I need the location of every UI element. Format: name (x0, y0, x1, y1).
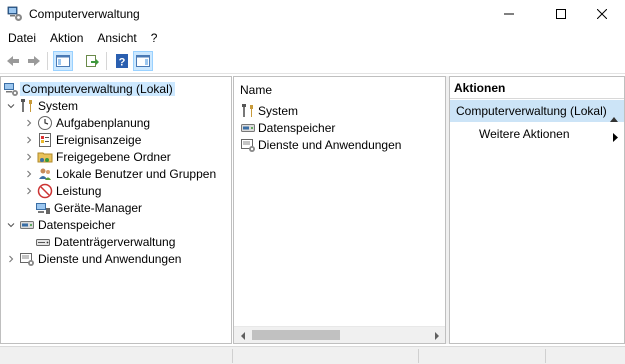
chevron-right-icon[interactable] (23, 148, 35, 165)
menu-ansicht[interactable]: Ansicht (90, 28, 143, 48)
scroll-left-icon[interactable] (234, 327, 251, 343)
tree-item-aufgabenplanung[interactable]: Aufgabenplanung (23, 114, 150, 131)
show-hide-console-tree-icon[interactable] (53, 51, 73, 71)
actions-header: Aktionen (450, 77, 624, 99)
maximize-button[interactable] (538, 0, 584, 28)
window-title: Computerverwaltung (29, 7, 140, 21)
computer-management-icon (7, 6, 23, 22)
menu-help[interactable]: ? (144, 28, 165, 48)
column-header-name[interactable]: Name (240, 83, 272, 97)
menu-bar: Datei Aktion Ansicht ? (0, 28, 625, 48)
svg-text:?: ? (119, 57, 126, 69)
actions-section[interactable]: Computerverwaltung (Lokal) (450, 100, 624, 122)
list-item-label: Datenspeicher (258, 120, 336, 135)
list-item-label: Dienste und Anwendungen (258, 137, 402, 152)
shared-folder-icon (37, 149, 53, 165)
list-item-label: System (258, 103, 299, 118)
actions-section-label: Computerverwaltung (Lokal) (456, 104, 607, 118)
tree-item-datenspeicher[interactable]: Datenspeicher (5, 216, 115, 233)
title-bar: Computerverwaltung (0, 0, 625, 28)
tree-label: Datenträgerverwaltung (54, 234, 176, 249)
scroll-right-icon[interactable] (428, 327, 445, 343)
tree-item-system[interactable]: System (5, 97, 78, 114)
tree-item-ereignisanzeige[interactable]: Ereignisanzeige (23, 131, 141, 148)
status-bar (0, 346, 625, 364)
list-item[interactable]: Dienste und Anwendungen (240, 136, 401, 153)
properties-pane-icon[interactable] (133, 51, 153, 71)
status-divider (545, 349, 546, 363)
toolbar-separator (106, 52, 107, 70)
export-list-icon[interactable] (82, 51, 102, 71)
details-list: Name System Datenspeicher Dienste und An… (233, 76, 446, 344)
services-icon (19, 251, 35, 267)
tree-item-geraete-manager[interactable]: Geräte-Manager (35, 199, 142, 216)
tree-label: Datenspeicher (38, 217, 116, 232)
menu-aktion[interactable]: Aktion (43, 28, 90, 48)
tree-label: Freigegebene Ordner (56, 149, 171, 164)
list-item[interactable]: Datenspeicher (240, 119, 335, 136)
tree-label: Leistung (56, 183, 102, 198)
tree-label: Ereignisanzeige (56, 132, 142, 147)
chevron-right-icon[interactable] (23, 114, 35, 131)
tree-item-freigegebene-ordner[interactable]: Freigegebene Ordner (23, 148, 171, 165)
tree-label: Geräte-Manager (54, 200, 143, 215)
tree-label: System (38, 98, 79, 113)
status-divider (232, 349, 233, 363)
disk-management-icon (35, 234, 51, 250)
submenu-arrow-icon (613, 130, 618, 147)
tools-icon (19, 98, 35, 114)
tree-item-leistung[interactable]: Leistung (23, 182, 101, 199)
help-icon[interactable]: ? (112, 51, 132, 71)
action-label: Weitere Aktionen (479, 127, 570, 141)
chevron-down-icon[interactable] (5, 97, 17, 114)
action-more-actions[interactable]: Weitere Aktionen (479, 126, 624, 143)
list-item[interactable]: System (240, 102, 298, 119)
actions-pane: Aktionen Computerverwaltung (Lokal) Weit… (449, 76, 625, 344)
event-viewer-icon (37, 132, 53, 148)
chevron-right-icon[interactable] (23, 131, 35, 148)
scrollbar-thumb[interactable] (252, 330, 340, 340)
status-divider (418, 349, 419, 363)
tree-label: Aufgabenplanung (56, 115, 151, 130)
device-manager-icon (35, 200, 51, 216)
chevron-right-icon[interactable] (5, 250, 17, 267)
menu-datei[interactable]: Datei (0, 28, 43, 48)
close-button[interactable] (579, 0, 625, 28)
tree-item-datentraegerverwaltung[interactable]: Datenträgerverwaltung (35, 233, 175, 250)
toolbar-separator (47, 52, 48, 70)
storage-icon (19, 217, 35, 233)
tree-item-lokale-benutzer[interactable]: Lokale Benutzer und Gruppen (23, 165, 216, 182)
chevron-right-icon[interactable] (23, 165, 35, 182)
tree-label: Computerverwaltung (Lokal) (20, 81, 175, 96)
performance-icon (37, 183, 53, 199)
clock-icon (37, 115, 53, 131)
tree-item-dienste[interactable]: Dienste und Anwendungen (5, 250, 181, 267)
computer-management-icon (3, 81, 19, 97)
tree-label: Lokale Benutzer und Gruppen (56, 166, 217, 181)
forward-arrow-icon[interactable] (24, 51, 44, 71)
services-icon (240, 137, 256, 153)
tools-icon (240, 103, 256, 119)
chevron-down-icon[interactable] (5, 216, 17, 233)
minimize-button[interactable] (486, 0, 532, 28)
users-icon (37, 166, 53, 182)
tree-item-root[interactable]: Computerverwaltung (Lokal) (3, 80, 175, 97)
console-tree: Computerverwaltung (Lokal) System Aufgab… (0, 76, 232, 344)
back-arrow-icon[interactable] (3, 51, 23, 71)
chevron-right-icon[interactable] (23, 182, 35, 199)
horizontal-scrollbar[interactable] (234, 326, 445, 343)
tree-label: Dienste und Anwendungen (38, 251, 182, 266)
storage-icon (240, 120, 256, 136)
toolbar: ? (0, 48, 625, 74)
